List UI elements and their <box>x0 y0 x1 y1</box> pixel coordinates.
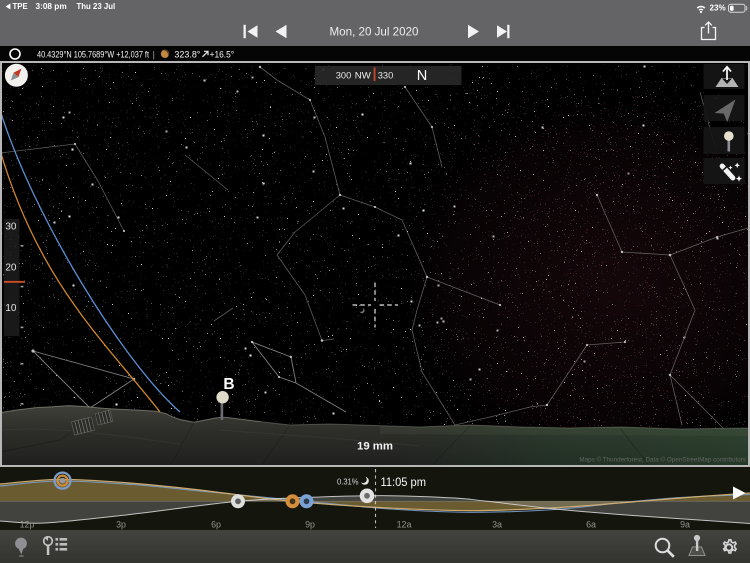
svg-text:B: B <box>223 376 234 393</box>
svg-text:TPE: TPE <box>13 1 28 11</box>
svg-text:|: | <box>153 48 155 59</box>
svg-text:330: 330 <box>378 70 394 80</box>
svg-text:19 mm: 19 mm <box>357 441 393 453</box>
svg-text:323.8°: 323.8° <box>174 49 200 60</box>
svg-text:10: 10 <box>5 303 17 314</box>
svg-text:+16.5°: +16.5° <box>210 49 235 60</box>
svg-text:11:05 pm: 11:05 pm <box>381 475 427 489</box>
svg-text:6p: 6p <box>211 520 221 530</box>
svg-text:6a: 6a <box>586 520 596 530</box>
svg-text:9p: 9p <box>305 520 315 530</box>
svg-text:N: N <box>417 68 428 84</box>
svg-text:Mon, 20 Jul 2020: Mon, 20 Jul 2020 <box>330 24 419 38</box>
svg-text:3p: 3p <box>116 520 126 530</box>
svg-text:12p: 12p <box>20 520 35 530</box>
svg-text:30: 30 <box>5 222 17 233</box>
svg-text:23%: 23% <box>710 3 726 13</box>
svg-text:0.31%: 0.31% <box>337 476 359 486</box>
svg-text:Thu 23 Jul: Thu 23 Jul <box>77 1 116 11</box>
svg-text:300: 300 <box>336 70 352 80</box>
svg-text:12a: 12a <box>397 520 412 530</box>
svg-text:Maps © Thunderforest, Data © O: Maps © Thunderforest, Data © OpenStreetM… <box>579 456 746 464</box>
svg-text:20: 20 <box>5 262 17 273</box>
svg-text:3a: 3a <box>492 520 502 530</box>
svg-text:9a: 9a <box>680 520 690 530</box>
svg-text:40.4329°N 105.7689°W +12,037 f: 40.4329°N 105.7689°W +12,037 ft <box>37 49 149 60</box>
svg-text:3:08 pm: 3:08 pm <box>36 1 67 11</box>
svg-text:NW: NW <box>355 70 372 81</box>
